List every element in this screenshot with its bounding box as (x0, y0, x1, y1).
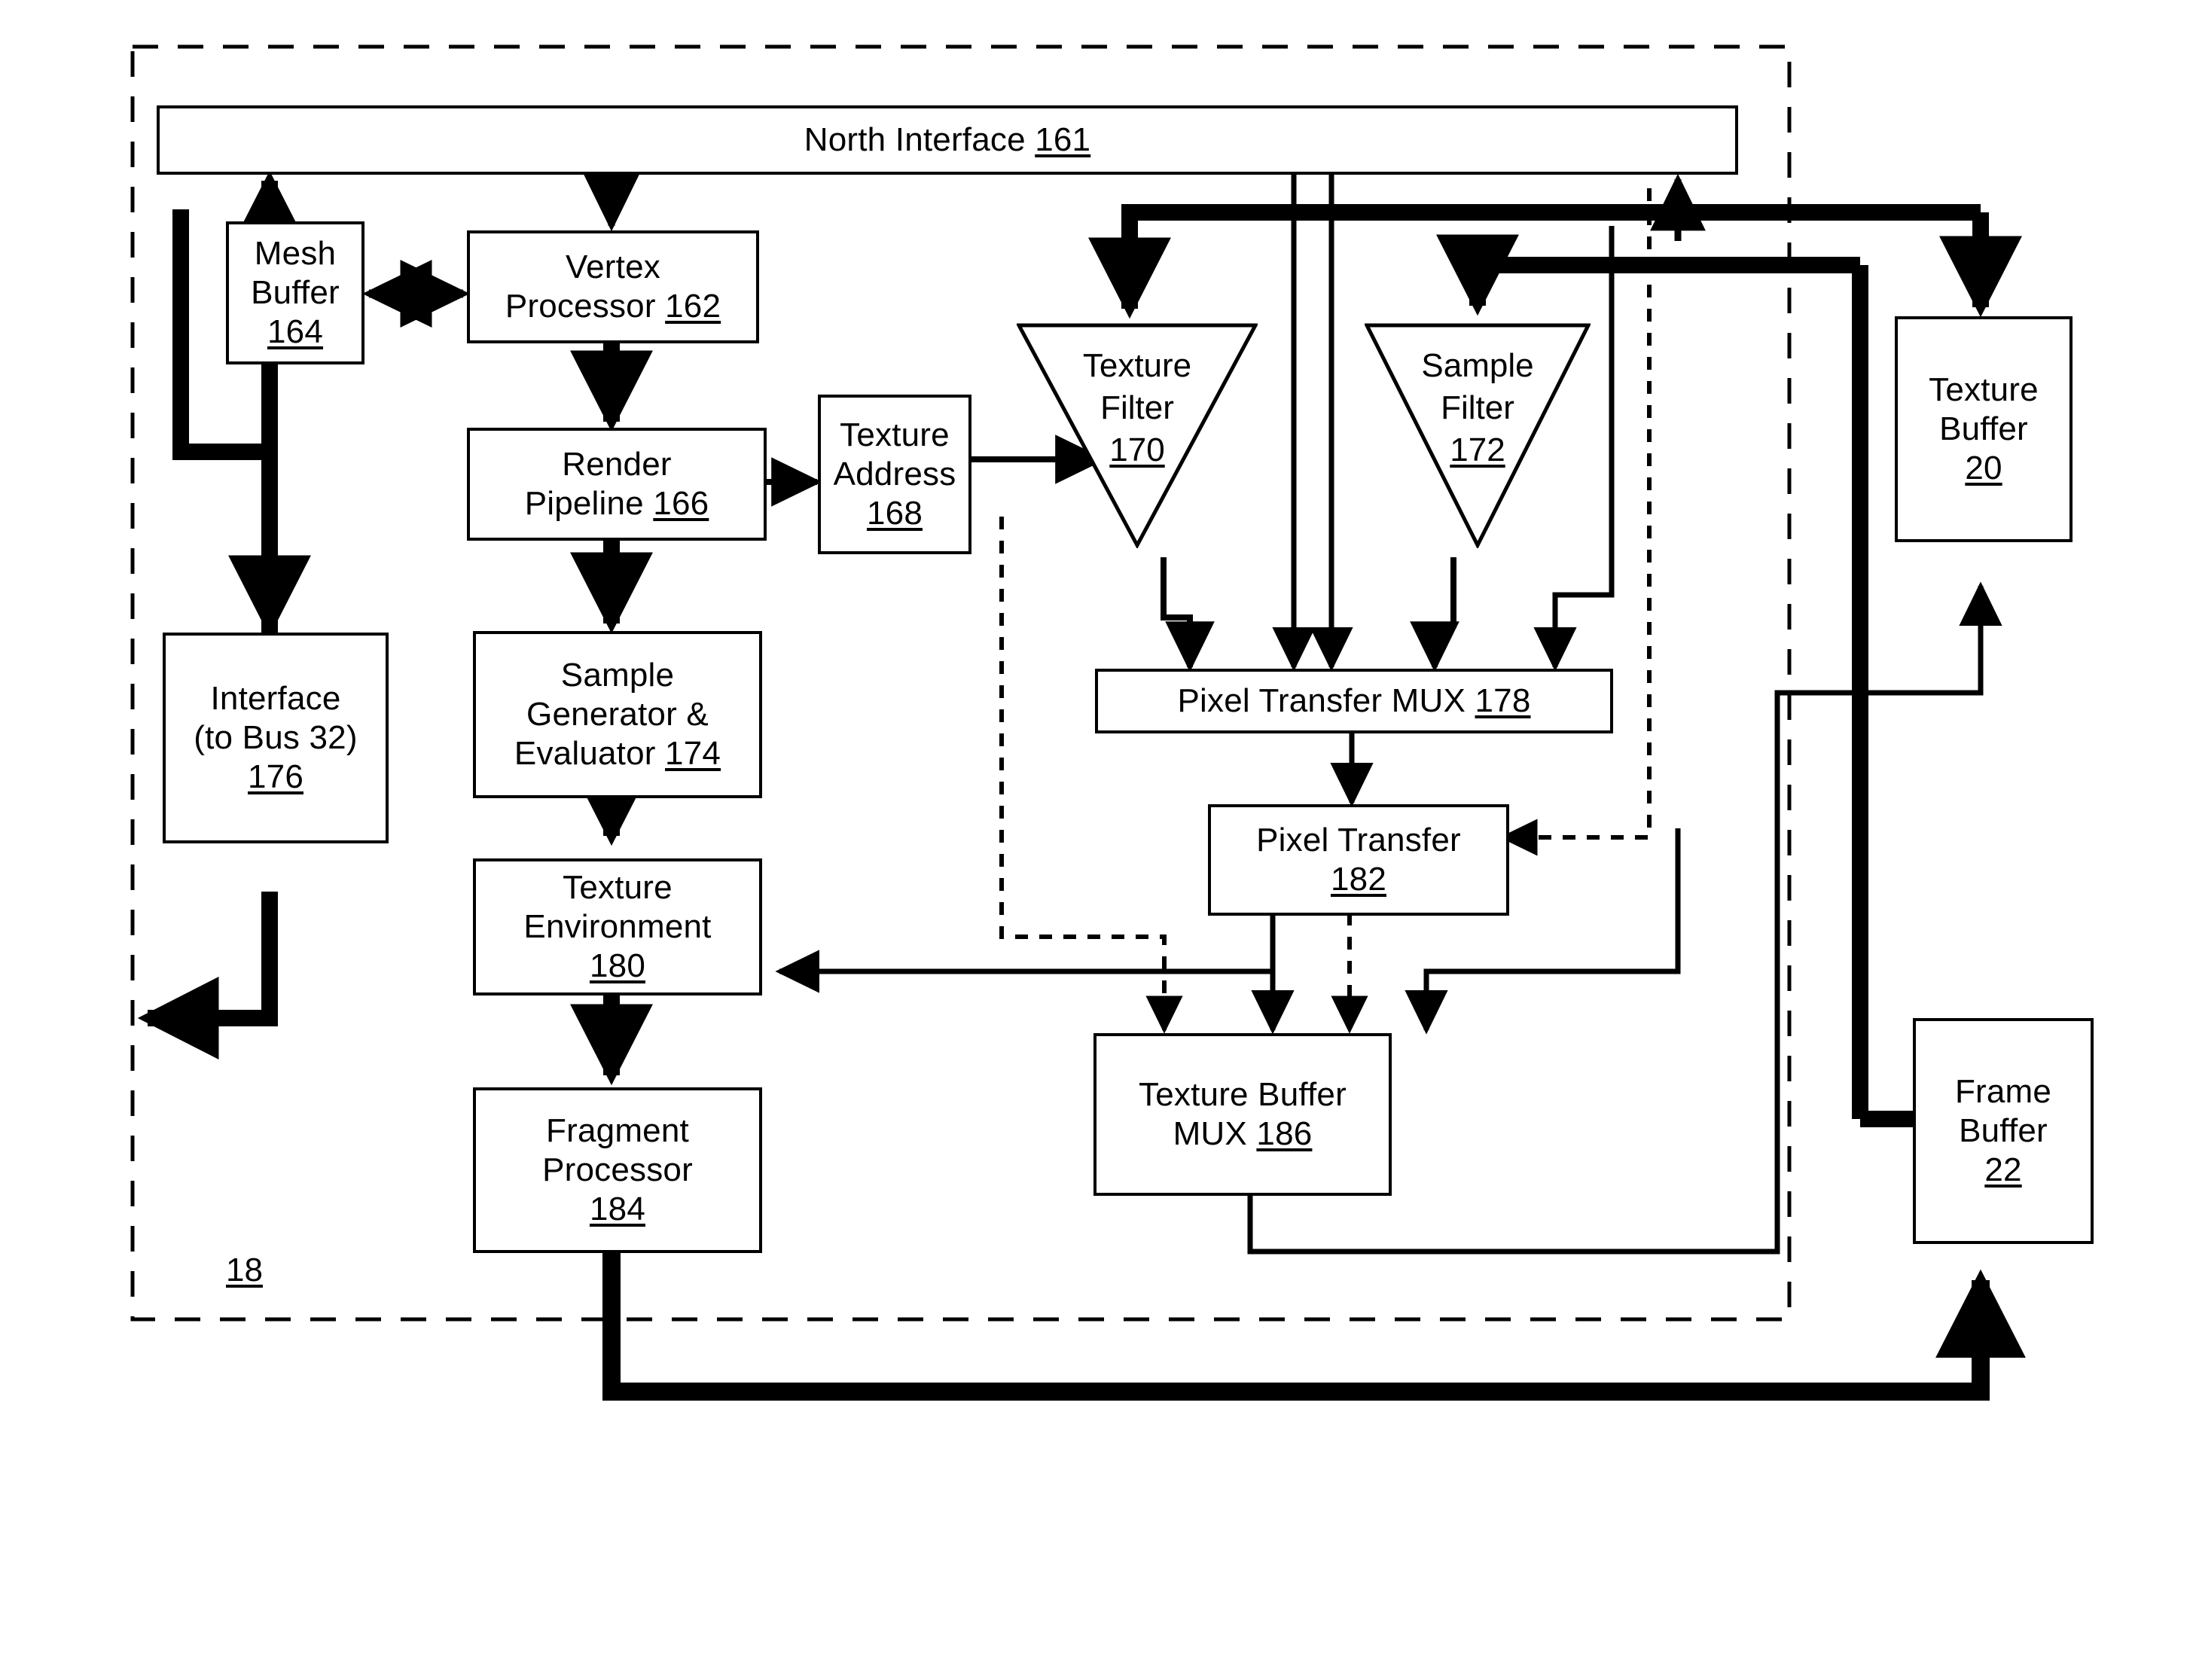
texture-address-line2: Address (833, 456, 956, 493)
fragment-processor-line2: Processor (542, 1151, 693, 1189)
vertex-processor-line1: Vertex (566, 248, 660, 286)
texture-buffer-mux-line1: Texture Buffer (1139, 1076, 1347, 1114)
sample-filter-line2: Filter (1441, 389, 1514, 426)
block-sample-generator-evaluator[interactable]: Sample Generator & Evaluator 174 (473, 631, 762, 798)
block-interface-to-bus[interactable]: Interface (to Bus 32) 176 (163, 633, 389, 843)
mesh-buffer-line1: Mesh (254, 235, 337, 273)
block-texture-filter[interactable]: Texture Filter 170 (1017, 322, 1258, 548)
block-texture-address[interactable]: Texture Address 168 (818, 395, 971, 554)
fragment-processor-ref: 184 (589, 1190, 645, 1227)
north-interface-label: North Interface 161 (804, 120, 1090, 160)
texture-environment-line2: Environment (523, 908, 712, 946)
north-interface-title: North Interface (804, 121, 1026, 159)
thickwire-interface-out-left (137, 892, 278, 1060)
block-texture-environment[interactable]: Texture Environment 180 (473, 858, 762, 995)
sample-filter-line1: Sample (1421, 347, 1534, 384)
block-vertex-processor[interactable]: Vertex Processor 162 (467, 230, 759, 343)
block-north-interface[interactable]: North Interface 161 (157, 105, 1738, 175)
sample-generator-line1: Sample (560, 657, 675, 694)
chip-boundary-label-18: 18 (226, 1252, 263, 1288)
block-texture-buffer[interactable]: Texture Buffer 20 (1895, 316, 2073, 542)
block-fragment-processor[interactable]: Fragment Processor 184 (473, 1087, 762, 1253)
texture-environment-line1: Texture (563, 869, 673, 907)
wire-samplefilter-to-ptmux (1410, 557, 1459, 672)
sample-generator-ref: 174 (665, 734, 721, 772)
texture-filter-line2: Filter (1100, 389, 1174, 426)
vertex-processor-ref: 162 (665, 288, 721, 325)
pixel-transfer-mux-label: Pixel Transfer MUX 178 (1177, 681, 1530, 721)
texture-address-line1: Texture (840, 416, 950, 454)
texture-address-ref: 168 (866, 494, 923, 532)
frame-buffer-ref: 22 (1984, 1151, 2022, 1188)
pixel-transfer-mux-ref: 178 (1475, 682, 1531, 720)
sample-generator-line3: Evaluator 174 (514, 734, 721, 772)
block-pixel-transfer[interactable]: Pixel Transfer 182 (1208, 804, 1509, 916)
thickwire-to-samplefilter (1435, 234, 1860, 316)
texture-filter-line1: Texture (1082, 347, 1192, 384)
wire-pt-to-texenv (775, 913, 1276, 993)
vertex-processor-line2: Processor 162 (505, 288, 721, 325)
block-sample-filter[interactable]: Sample Filter 172 (1365, 322, 1591, 548)
pixel-transfer-mux-title: Pixel Transfer MUX (1177, 682, 1466, 720)
block-frame-buffer[interactable]: Frame Buffer 22 (1913, 1018, 2094, 1244)
texture-buffer-ref: 20 (1965, 449, 2002, 486)
texture-buffer-line2: Buffer (1939, 410, 2028, 448)
wire-dotted-texaddr-to-tbmux (999, 517, 1183, 1034)
block-mesh-buffer[interactable]: Mesh Buffer 164 (226, 221, 364, 364)
thickwire-fragproc-to-framebuffer (602, 1252, 2027, 1401)
texture-environment-ref: 180 (589, 947, 645, 984)
texture-filter-ref: 170 (1109, 431, 1165, 468)
texture-buffer-mux-line2: MUX 186 (1173, 1115, 1313, 1152)
block-texture-buffer-mux[interactable]: Texture Buffer MUX 186 (1093, 1033, 1392, 1196)
mesh-buffer-ref: 164 (267, 313, 323, 350)
interface-bus-line1: Interface (210, 680, 341, 718)
render-pipeline-line1: Render (562, 446, 672, 483)
interface-bus-ref: 176 (247, 758, 303, 795)
frame-buffer-line2: Buffer (1959, 1112, 2048, 1150)
interface-bus-line2: (to Bus 32) (194, 719, 358, 757)
texture-buffer-line1: Texture (1929, 371, 2039, 409)
render-pipeline-line2: Pipeline 166 (524, 485, 709, 522)
fragment-processor-line1: Fragment (546, 1112, 689, 1150)
sample-filter-ref: 172 (1450, 431, 1505, 468)
block-pixel-transfer-mux[interactable]: Pixel Transfer MUX 178 (1095, 669, 1613, 733)
frame-buffer-line1: Frame (1954, 1073, 2052, 1111)
texture-buffer-mux-ref: 186 (1256, 1115, 1313, 1152)
pixel-transfer-ref: 182 (1330, 861, 1386, 898)
mesh-buffer-line2: Buffer (251, 274, 340, 312)
wire-texfilter-to-ptmux (1161, 557, 1215, 672)
patent-figure-page: North Interface 161 Mesh Buffer 164 Vert… (0, 0, 2193, 1680)
block-render-pipeline[interactable]: Render Pipeline 166 (467, 428, 767, 541)
north-interface-ref: 161 (1035, 121, 1091, 159)
pixel-transfer-line1: Pixel Transfer (1256, 822, 1461, 859)
render-pipeline-ref: 166 (653, 485, 709, 522)
sample-generator-line2: Generator & (526, 696, 709, 733)
